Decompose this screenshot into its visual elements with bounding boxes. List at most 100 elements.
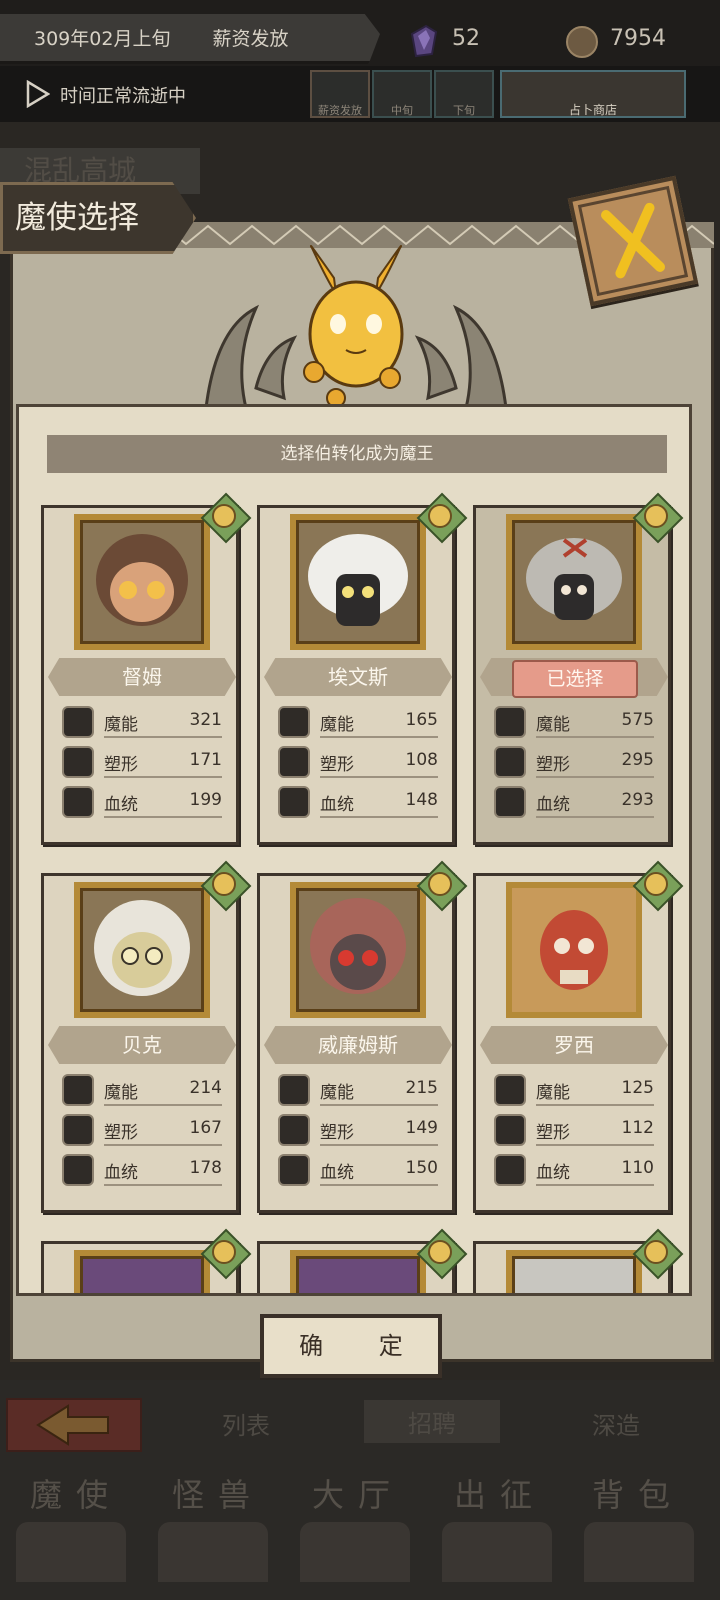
close-button[interactable] (567, 175, 699, 307)
play-icon[interactable] (26, 80, 50, 108)
stat-label: 血统 (536, 1163, 570, 1183)
character-card[interactable] (473, 1228, 684, 1293)
divider (104, 816, 222, 818)
fortune-shop-button[interactable]: 占卜商店 (500, 70, 686, 118)
nav-hall[interactable]: 大厅 (312, 1470, 404, 1516)
divider (104, 1144, 222, 1146)
stat-value: 110 (621, 1158, 654, 1178)
selected-indicator[interactable]: 已选择 (512, 660, 638, 698)
confirm-button[interactable]: 确 定 (260, 1314, 442, 1378)
shape-icon (494, 746, 526, 778)
phase-mid[interactable]: 中旬 (372, 70, 432, 118)
blood-icon (494, 1154, 526, 1186)
shape-icon (494, 1114, 526, 1146)
stat-label: 魔能 (104, 1083, 138, 1103)
magnify-badge-icon[interactable] (632, 860, 684, 912)
stat-value: 150 (405, 1158, 438, 1178)
character-card[interactable] (257, 1228, 468, 1293)
phase-salary[interactable]: 薪资发放 (310, 70, 370, 118)
character-card[interactable]: 罗西 魔能 125 塑形 112 血统 110 (473, 860, 684, 1213)
shape-icon (278, 746, 310, 778)
character-portrait (506, 882, 642, 1018)
stat-value: 321 (189, 710, 222, 730)
back-button[interactable] (6, 1398, 142, 1452)
magnify-badge-icon[interactable] (416, 1228, 468, 1280)
magnify-badge-icon[interactable] (200, 492, 252, 544)
character-name: 威廉姆斯 (264, 1026, 452, 1064)
event-text: 薪资发放 (212, 28, 289, 50)
magnify-badge-icon[interactable] (416, 860, 468, 912)
time-status: 时间正常流逝中 (60, 86, 186, 107)
stat-magic: 魔能 125 (494, 1072, 654, 1108)
backpack-icon[interactable] (584, 1522, 694, 1582)
stat-value: 148 (405, 790, 438, 810)
crystal-icon (410, 24, 438, 58)
character-name: 督姆 (48, 658, 236, 696)
blood-icon (494, 786, 526, 818)
stat-value: 108 (405, 750, 438, 770)
nav-backpack[interactable]: 背包 (592, 1470, 684, 1516)
magnify-badge-icon[interactable] (416, 492, 468, 544)
divider (536, 816, 654, 818)
stat-blood: 血统 293 (494, 784, 654, 820)
dialog-title: 魔使选择 (0, 182, 196, 254)
magnify-badge-icon[interactable] (632, 492, 684, 544)
divider (104, 1184, 222, 1186)
subtab-training[interactable]: 深造 (592, 1406, 640, 1441)
stat-shape: 塑形 295 (494, 744, 654, 780)
stat-value: 215 (405, 1078, 438, 1098)
subtab-recruit[interactable]: 招聘 (364, 1400, 500, 1443)
expedition-icon[interactable] (442, 1522, 552, 1582)
stat-label: 魔能 (536, 1083, 570, 1103)
character-portrait (506, 1250, 642, 1293)
character-name: 贝克 (48, 1026, 236, 1064)
character-card[interactable]: 督姆 魔能 321 塑形 171 血统 199 (41, 492, 252, 845)
nav-envoy[interactable]: 魔使 (30, 1470, 122, 1516)
envoy-icon[interactable] (16, 1522, 126, 1582)
stat-magic: 魔能 214 (62, 1072, 222, 1108)
character-portrait (290, 514, 426, 650)
stat-blood: 血统 178 (62, 1152, 222, 1188)
gem-count: 52 (452, 26, 480, 51)
phase-late[interactable]: 下旬 (434, 70, 494, 118)
stat-magic: 魔能 575 (494, 704, 654, 740)
magnify-badge-icon[interactable] (632, 1228, 684, 1280)
shape-icon (278, 1114, 310, 1146)
character-sheet[interactable]: 选择伯转化成为魔王 督姆 魔能 321 塑形 171 血统 199 埃文斯 魔能 165… (16, 404, 692, 1296)
hall-icon[interactable] (300, 1522, 410, 1582)
stat-label: 魔能 (320, 715, 354, 735)
blood-icon (62, 786, 94, 818)
divider (104, 736, 222, 738)
character-name: 罗西 (480, 1026, 668, 1064)
stat-blood: 血统 150 (278, 1152, 438, 1188)
divider (536, 1184, 654, 1186)
character-portrait (74, 882, 210, 1018)
magic-icon (278, 706, 310, 738)
divider (320, 816, 438, 818)
nav-expedition[interactable]: 出征 (454, 1470, 546, 1516)
stat-value: 575 (621, 710, 654, 730)
stat-value: 171 (189, 750, 222, 770)
character-card-selected[interactable]: 已选择 魔能 575 塑形 295 血统 293 (473, 492, 684, 845)
subtab-list[interactable]: 列表 (222, 1406, 270, 1441)
monster-icon[interactable] (158, 1522, 268, 1582)
magic-icon (494, 1074, 526, 1106)
date-plate: 309年02月上旬 薪资发放 (0, 14, 380, 64)
stat-value: 199 (189, 790, 222, 810)
character-card[interactable]: 埃文斯 魔能 165 塑形 108 血统 148 (257, 492, 468, 845)
stat-value: 112 (621, 1118, 654, 1138)
mascot-spirit-icon (204, 245, 508, 410)
character-card[interactable]: 威廉姆斯 魔能 215 塑形 149 血统 150 (257, 860, 468, 1213)
stat-value: 295 (621, 750, 654, 770)
date-text: 309年02月上旬 (34, 28, 171, 50)
magnify-badge-icon[interactable] (200, 1228, 252, 1280)
divider (320, 736, 438, 738)
stat-magic: 魔能 165 (278, 704, 438, 740)
divider (320, 1104, 438, 1106)
divider (320, 776, 438, 778)
character-card[interactable] (41, 1228, 252, 1293)
stat-label: 魔能 (320, 1083, 354, 1103)
magnify-badge-icon[interactable] (200, 860, 252, 912)
character-card[interactable]: 贝克 魔能 214 塑形 167 血统 178 (41, 860, 252, 1213)
nav-monster[interactable]: 怪兽 (172, 1470, 264, 1516)
